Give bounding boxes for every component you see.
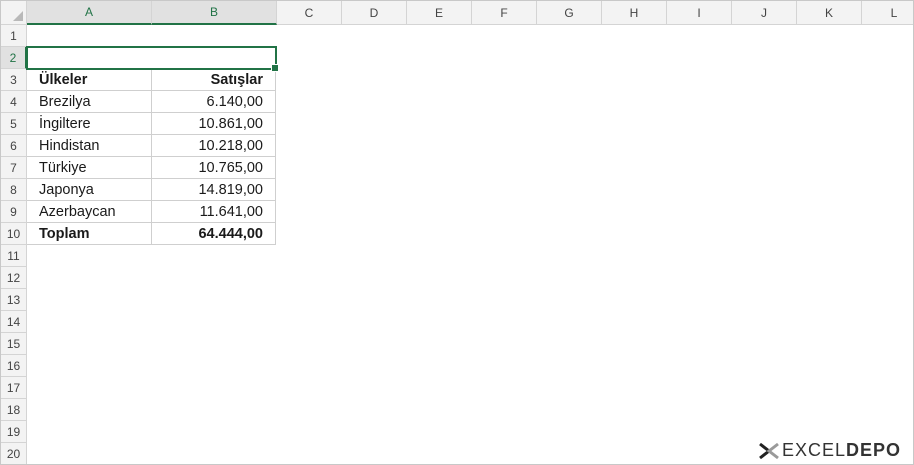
row-header-19[interactable]: 19: [1, 421, 27, 443]
select-all-triangle-icon: [13, 11, 23, 21]
row-header-4[interactable]: 4: [1, 91, 27, 113]
row-header-3[interactable]: 3: [1, 69, 27, 91]
row-header-10[interactable]: 10: [1, 223, 27, 245]
row-header-2[interactable]: 2: [1, 47, 27, 69]
column-header-h[interactable]: H: [602, 1, 667, 25]
selected-range-a2-b2[interactable]: [26, 46, 279, 72]
column-header-f[interactable]: F: [472, 1, 537, 25]
column-header-c[interactable]: C: [277, 1, 342, 25]
row-header-18[interactable]: 18: [1, 399, 27, 421]
row-header-15[interactable]: 15: [1, 333, 27, 355]
cell-b8[interactable]: 14.819,00: [152, 179, 276, 201]
cell-a10-total-label[interactable]: Toplam: [27, 223, 152, 245]
row-header-1[interactable]: 1: [1, 25, 27, 47]
column-header-d[interactable]: D: [342, 1, 407, 25]
excel-depo-logo: EXCEL DEPO: [758, 440, 901, 461]
logo-text-depo: DEPO: [845, 440, 901, 460]
row-header-9[interactable]: 9: [1, 201, 27, 223]
cell-a9[interactable]: Azerbaycan: [27, 201, 152, 223]
row-header-12[interactable]: 12: [1, 267, 27, 289]
row-header-5[interactable]: 5: [1, 113, 27, 135]
row-header-17[interactable]: 17: [1, 377, 27, 399]
cell-a4[interactable]: Brezilya: [27, 91, 152, 113]
row-header-16[interactable]: 16: [1, 355, 27, 377]
cell-a5[interactable]: İngiltere: [27, 113, 152, 135]
select-all-button[interactable]: [1, 1, 27, 25]
column-header-a[interactable]: A: [27, 1, 152, 25]
excel-depo-x-icon: [759, 442, 779, 459]
cell-a8[interactable]: Japonya: [27, 179, 152, 201]
column-header-l[interactable]: L: [862, 1, 913, 25]
column-header-j[interactable]: J: [732, 1, 797, 25]
spreadsheet-grid: ABCDEFGHIJKL 1 2 3 4 5 6 7 8 9 10 11 12 13 14 15 16 17 18…: [0, 0, 914, 465]
cell-b7[interactable]: 10.765,00: [152, 157, 276, 179]
cell-a7[interactable]: Türkiye: [27, 157, 152, 179]
cell-b4[interactable]: 6.140,00: [152, 91, 276, 113]
row-header-14[interactable]: 14: [1, 311, 27, 333]
column-header-g[interactable]: G: [537, 1, 602, 25]
row-header-20[interactable]: 20: [1, 443, 27, 464]
row-header-8[interactable]: 8: [1, 179, 27, 201]
column-header-b[interactable]: B: [152, 1, 277, 25]
cell-b5[interactable]: 10.861,00: [152, 113, 276, 135]
cell-b6[interactable]: 10.218,00: [152, 135, 276, 157]
cell-a6[interactable]: Hindistan: [27, 135, 152, 157]
cell-b9[interactable]: 11.641,00: [152, 201, 276, 223]
column-header-i[interactable]: I: [667, 1, 732, 25]
cell-b3-header-sales[interactable]: Satışlar: [152, 69, 276, 91]
column-header-e[interactable]: E: [407, 1, 472, 25]
cell-b10-total-value[interactable]: 64.444,00: [152, 223, 276, 245]
row-header-6[interactable]: 6: [1, 135, 27, 157]
row-header-7[interactable]: 7: [1, 157, 27, 179]
logo-text-excel: EXCEL: [781, 440, 846, 460]
cell-area[interactable]: Ülkeler Satışlar Brezilya 6.140,00 İngil…: [26, 25, 913, 464]
row-header-11[interactable]: 11: [1, 245, 27, 267]
cell-a3-header-countries[interactable]: Ülkeler: [27, 69, 152, 91]
column-header-k[interactable]: K: [797, 1, 862, 25]
row-header-13[interactable]: 13: [1, 289, 27, 311]
fill-handle[interactable]: [271, 64, 279, 72]
